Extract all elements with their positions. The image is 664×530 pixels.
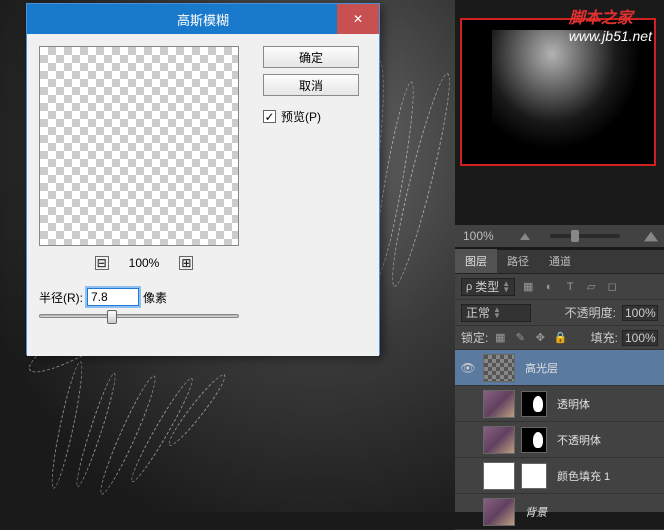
- tab-layers[interactable]: 图层: [455, 249, 497, 273]
- slider-thumb[interactable]: [107, 310, 117, 324]
- minus-icon: ⊟: [97, 256, 107, 270]
- lock-all-icon[interactable]: 🔒: [552, 330, 568, 346]
- layer-name[interactable]: 高光层: [525, 360, 558, 376]
- navigator-zoom-bar: 100%: [455, 225, 664, 247]
- layer-row[interactable]: 透明体: [455, 386, 664, 422]
- slider-thumb[interactable]: [571, 230, 579, 242]
- preview-checkbox[interactable]: ✓: [263, 110, 276, 123]
- watermark: 脚本之家 www.jb51.net: [569, 4, 652, 44]
- lock-transparent-icon[interactable]: ▦: [492, 330, 508, 346]
- layer-name[interactable]: 不透明体: [557, 432, 601, 448]
- nav-zoom-slider[interactable]: [550, 234, 620, 238]
- navigator-image: [492, 30, 642, 150]
- fill-input[interactable]: 100%: [622, 330, 658, 346]
- layer-row[interactable]: 颜色填充 1: [455, 458, 664, 494]
- layer-thumbnail[interactable]: [483, 354, 515, 382]
- fill-label: 填充:: [591, 329, 618, 346]
- zoom-percent: 100%: [129, 256, 160, 270]
- layer-row[interactable]: 不透明体: [455, 422, 664, 458]
- visibility-toggle[interactable]: [459, 431, 477, 449]
- dialog-titlebar[interactable]: 高斯模糊 ✕: [27, 4, 379, 34]
- lock-label: 锁定:: [461, 329, 488, 346]
- filter-shape-icon[interactable]: ▱: [583, 279, 599, 295]
- radius-input[interactable]: [87, 288, 139, 306]
- layer-mask-thumbnail[interactable]: [521, 463, 547, 489]
- zoom-in-icon[interactable]: [644, 231, 658, 241]
- layer-mask-thumbnail[interactable]: [521, 427, 547, 453]
- filter-preview[interactable]: [39, 46, 239, 246]
- layer-thumbnail[interactable]: [483, 462, 515, 490]
- cancel-button[interactable]: 取消: [263, 74, 359, 96]
- layer-row[interactable]: 背景: [455, 494, 664, 530]
- layer-mask-thumbnail[interactable]: [521, 391, 547, 417]
- filter-kind-select[interactable]: ρ 类型 ▲▼: [461, 278, 515, 296]
- radius-slider[interactable]: [39, 314, 239, 318]
- lock-position-icon[interactable]: ✥: [532, 330, 548, 346]
- filter-pixel-icon[interactable]: ▦: [520, 279, 536, 295]
- preview-checkbox-label: 预览(P): [281, 108, 321, 125]
- close-button[interactable]: ✕: [337, 4, 379, 34]
- filter-type-icon[interactable]: T: [562, 279, 578, 295]
- layer-name[interactable]: 透明体: [557, 396, 590, 412]
- nav-zoom-value: 100%: [463, 229, 494, 243]
- ok-button[interactable]: 确定: [263, 46, 359, 68]
- dialog-title: 高斯模糊: [27, 10, 379, 29]
- zoom-out-button[interactable]: ⊟: [95, 256, 109, 270]
- zoom-out-icon[interactable]: [520, 233, 530, 240]
- radius-unit: 像素: [143, 289, 167, 306]
- filter-smart-icon[interactable]: ◻: [604, 279, 620, 295]
- layers-panel: ρ 类型 ▲▼ ▦ ◐ T ▱ ◻ 正常 ▲▼ 不透明度: 100% 锁定: ▦…: [455, 274, 664, 512]
- opacity-input[interactable]: 100%: [622, 305, 658, 321]
- lock-pixels-icon[interactable]: ✎: [512, 330, 528, 346]
- checkmark-icon: ✓: [264, 110, 274, 124]
- panel-tabs: 图层 路径 通道: [455, 250, 664, 274]
- opacity-label: 不透明度:: [565, 304, 616, 321]
- radius-label: 半径(R):: [39, 289, 83, 306]
- layer-thumbnail[interactable]: [483, 426, 515, 454]
- layer-name[interactable]: 颜色填充 1: [557, 468, 610, 484]
- visibility-toggle[interactable]: [459, 467, 477, 485]
- tab-paths[interactable]: 路径: [497, 249, 539, 273]
- blend-mode-select[interactable]: 正常 ▲▼: [461, 304, 531, 322]
- zoom-in-button[interactable]: ⊞: [179, 256, 193, 270]
- gaussian-blur-dialog: 高斯模糊 ✕ ⊟ 100% ⊞ 半径(R): 像素 确定 取消 ✓: [26, 3, 380, 355]
- visibility-toggle[interactable]: [459, 395, 477, 413]
- plus-icon: ⊞: [181, 256, 191, 270]
- layer-row[interactable]: 👁 高光层: [455, 350, 664, 386]
- close-icon: ✕: [353, 12, 363, 26]
- layer-thumbnail[interactable]: [483, 390, 515, 418]
- visibility-toggle[interactable]: 👁: [459, 359, 477, 377]
- tab-channels[interactable]: 通道: [539, 249, 581, 273]
- filter-adjust-icon[interactable]: ◐: [541, 279, 557, 295]
